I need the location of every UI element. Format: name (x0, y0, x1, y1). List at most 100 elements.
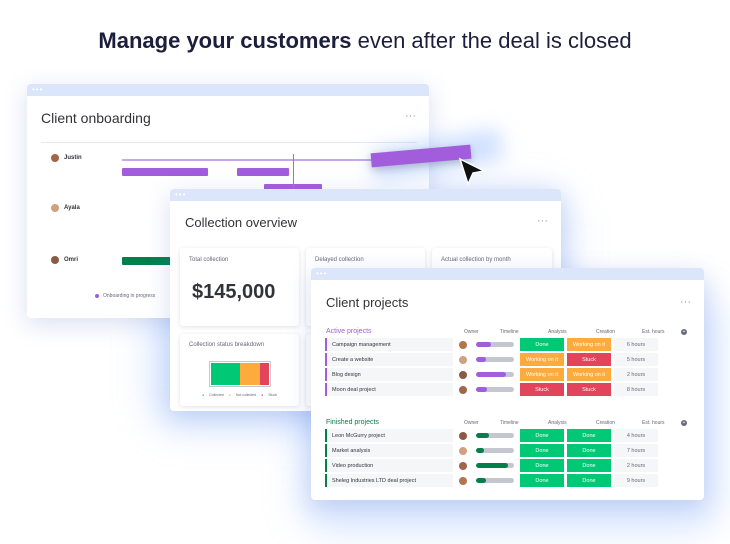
avatar (51, 204, 59, 212)
column-header-owner: Owner (464, 420, 479, 426)
item-name[interactable]: Campaign management (325, 338, 453, 351)
owner-cell[interactable] (454, 459, 472, 472)
avatar (459, 476, 467, 485)
avatar (459, 385, 467, 394)
analysis-status[interactable]: Done (520, 338, 564, 351)
timeline-cell[interactable] (473, 444, 517, 457)
timeline-cell[interactable] (473, 474, 517, 487)
column-header-timeline: Timeline (500, 329, 519, 335)
legend-label: Onboarding in progress (103, 293, 156, 299)
timeline-cell[interactable] (473, 338, 517, 351)
total-collection-value: $145,000 (192, 281, 276, 303)
creation-status[interactable]: Done (567, 474, 611, 487)
gantt-bar[interactable] (122, 168, 208, 176)
owner-cell[interactable] (454, 368, 472, 381)
group-title-active[interactable]: Active projects (326, 328, 372, 335)
more-options-icon[interactable]: ··· (537, 215, 548, 227)
owner-cell[interactable] (454, 383, 472, 396)
creation-status[interactable]: Done (567, 459, 611, 472)
item-name[interactable]: Video production (325, 459, 453, 472)
table-row[interactable]: Sheleg Industries LTD deal project Done … (325, 474, 658, 487)
card-label: Collection status breakdown (189, 342, 265, 348)
creation-status[interactable]: Stuck (567, 383, 611, 396)
creation-status[interactable]: Working on it (567, 368, 611, 381)
headline-rest: even after the deal is closed (351, 28, 632, 53)
avatar (459, 370, 467, 379)
timeline-cell[interactable] (473, 368, 517, 381)
timeline-cell[interactable] (473, 459, 517, 472)
onboarding-title: Client onboarding (41, 110, 151, 126)
total-collection-card: Total collection $145,000 (180, 248, 299, 326)
analysis-status[interactable]: Done (520, 474, 564, 487)
creation-status[interactable]: Done (567, 429, 611, 442)
window-titlebar: ••• (27, 84, 429, 96)
owner-cell[interactable] (454, 338, 472, 351)
headline: Manage your customers even after the dea… (0, 28, 730, 54)
owner-cell[interactable] (454, 444, 472, 457)
table-row[interactable]: Campaign management Done Working on it 6… (325, 338, 658, 351)
hours-cell[interactable]: 2 hours (614, 368, 658, 381)
avatar (51, 256, 59, 264)
hours-cell[interactable]: 4 hours (614, 429, 658, 442)
analysis-status[interactable]: Stuck (520, 383, 564, 396)
timeline-cell[interactable] (473, 383, 517, 396)
legend-label: Collected (209, 393, 224, 397)
item-name[interactable]: Moon deal project (325, 383, 453, 396)
column-header-timeline: Timeline (500, 420, 519, 426)
hours-cell[interactable]: 5 hours (614, 353, 658, 366)
table-row[interactable]: Leon McGurry project Done Done 4 hours (325, 429, 658, 442)
more-options-icon[interactable]: ··· (405, 110, 416, 122)
item-name[interactable]: Blog design (325, 368, 453, 381)
timeline-cell[interactable] (473, 429, 517, 442)
table-row[interactable]: Market analysis Done Done 7 hours (325, 444, 658, 457)
item-name[interactable]: Sheleg Industries LTD deal project (325, 474, 453, 487)
hours-cell[interactable]: 8 hours (614, 383, 658, 396)
projects-title: Client projects (326, 295, 409, 310)
item-name[interactable]: Create a website (325, 353, 453, 366)
analysis-status[interactable]: Working on it (520, 368, 564, 381)
analysis-status[interactable]: Working on it (520, 353, 564, 366)
column-header-creation: Creation (596, 329, 615, 335)
bar-segment-collected (211, 363, 240, 385)
table-row[interactable]: Moon deal project Stuck Stuck 8 hours (325, 383, 658, 396)
item-name[interactable]: Market analysis (325, 444, 453, 457)
creation-status[interactable]: Working on it (567, 338, 611, 351)
owner-cell[interactable] (454, 429, 472, 442)
headline-bold: Manage your customers (98, 28, 352, 53)
owner-cell[interactable] (454, 353, 472, 366)
person-row-ayala: Ayala (51, 204, 80, 212)
analysis-status[interactable]: Done (520, 429, 564, 442)
timeline-cell[interactable] (473, 353, 517, 366)
column-header-est-hours: Est. hours (642, 329, 665, 335)
person-name: Omri (64, 257, 79, 263)
hours-cell[interactable]: 9 hours (614, 474, 658, 487)
person-row-justin: Justin (51, 154, 82, 162)
more-options-icon[interactable]: ··· (680, 296, 691, 308)
creation-status[interactable]: Stuck (567, 353, 611, 366)
creation-status[interactable]: Done (567, 444, 611, 457)
owner-cell[interactable] (454, 474, 472, 487)
legend-dot (95, 294, 99, 298)
analysis-status[interactable]: Done (520, 459, 564, 472)
hours-cell[interactable]: 2 hours (614, 459, 658, 472)
collection-title: Collection overview (185, 215, 297, 230)
avatar (459, 431, 467, 440)
avatar (459, 446, 467, 455)
person-name: Ayala (64, 205, 80, 211)
hours-cell[interactable]: 6 hours (614, 338, 658, 351)
table-row[interactable]: Blog design Working on it Working on it … (325, 368, 658, 381)
item-name[interactable]: Leon McGurry project (325, 429, 453, 442)
column-header-owner: Owner (464, 329, 479, 335)
analysis-status[interactable]: Done (520, 444, 564, 457)
avatar (459, 461, 467, 470)
table-row[interactable]: Video production Done Done 2 hours (325, 459, 658, 472)
bar-segment-not-collected (240, 363, 261, 385)
group-title-finished[interactable]: Finished projects (326, 419, 379, 426)
card-label: Delayed collection (315, 257, 364, 263)
add-column-icon[interactable]: + (681, 420, 687, 426)
table-row[interactable]: Create a website Working on it Stuck 5 h… (325, 353, 658, 366)
legend-label: Stuck (268, 393, 277, 397)
hours-cell[interactable]: 7 hours (614, 444, 658, 457)
gantt-bar[interactable] (237, 168, 289, 176)
add-column-icon[interactable]: + (681, 329, 687, 335)
